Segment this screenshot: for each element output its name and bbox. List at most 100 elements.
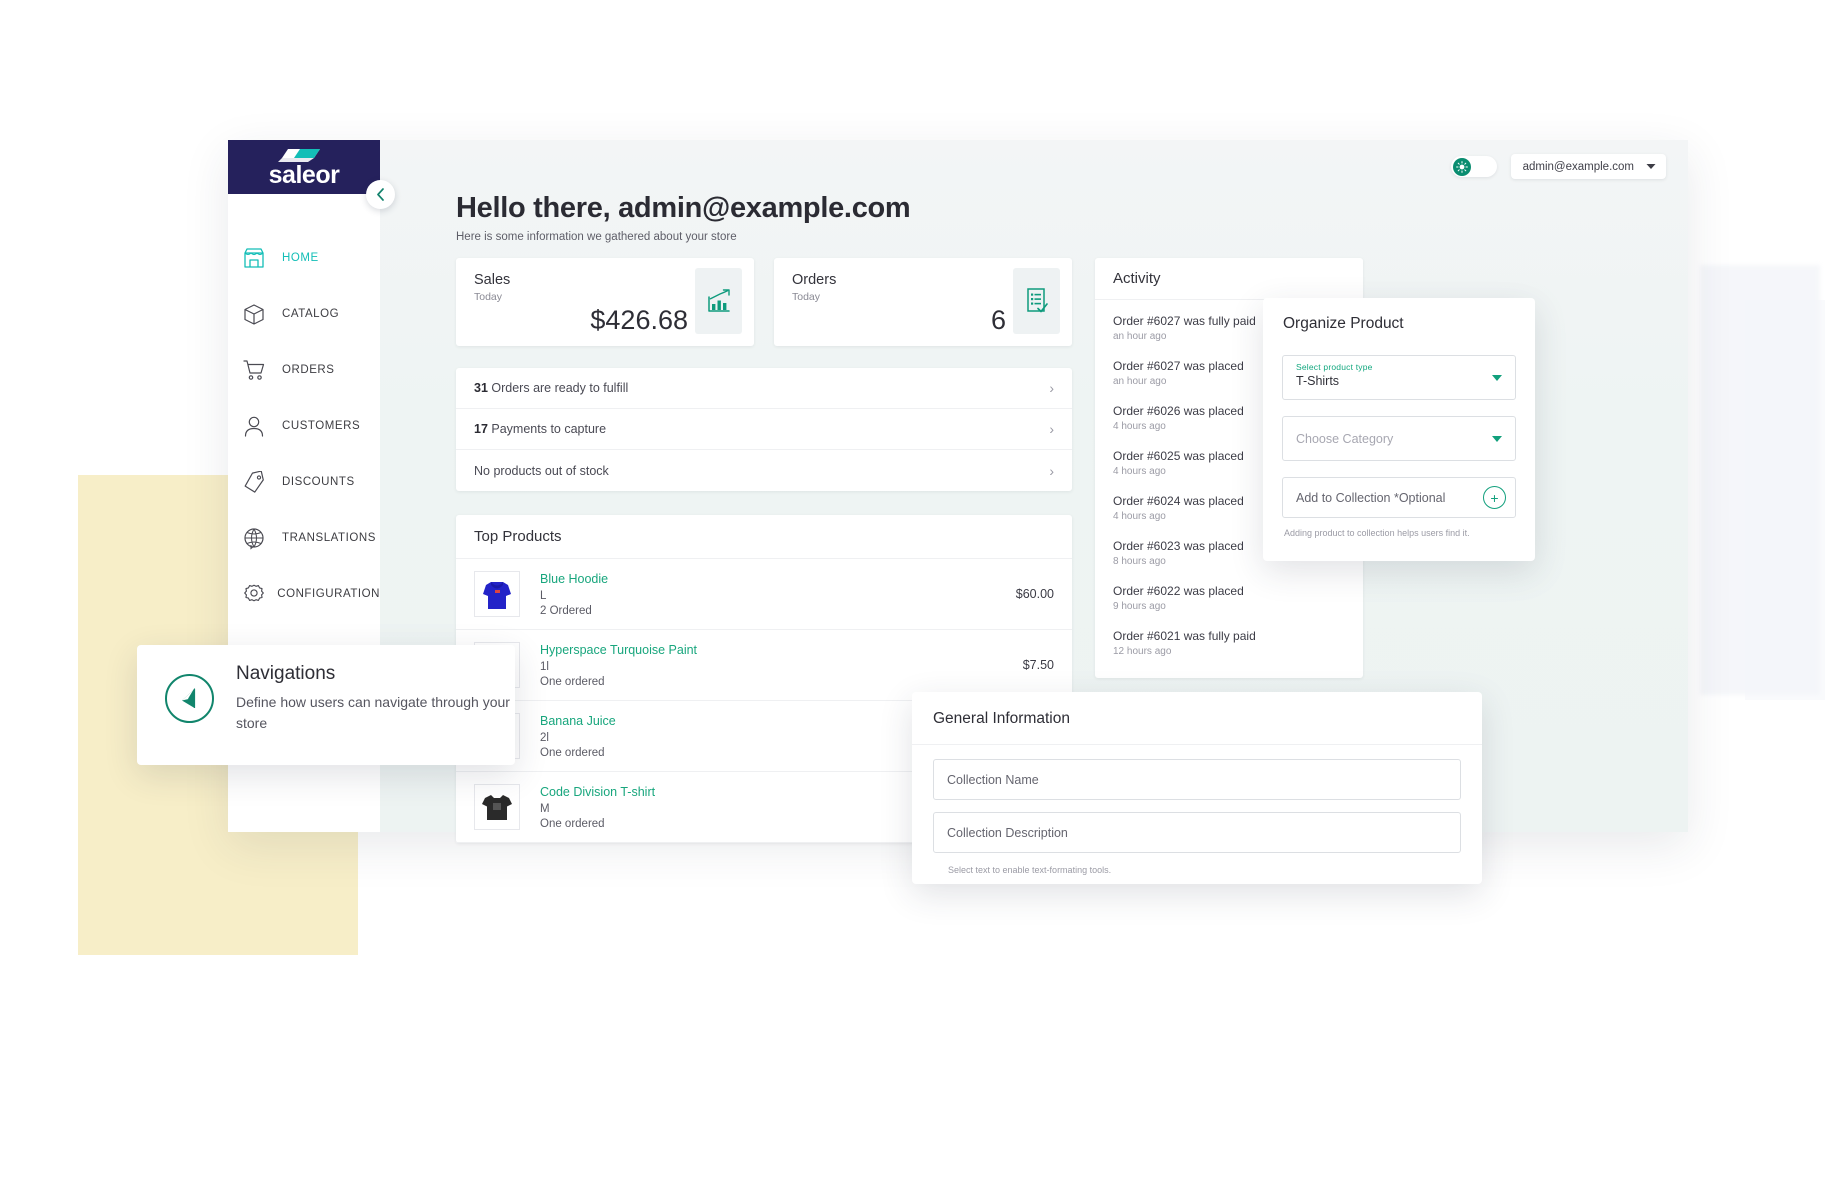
organize-product-body: Select product type T-Shirts Choose Cate… <box>1263 333 1535 538</box>
sidebar-item-orders[interactable]: ORDERS <box>228 342 380 398</box>
collection-description-input[interactable]: Collection Description <box>933 812 1461 853</box>
general-information-card: General Information Collection Name Coll… <box>912 692 1482 884</box>
theme-toggle-icon <box>1452 157 1471 176</box>
activity-text: Order #6022 was placed <box>1113 584 1244 598</box>
general-information-hint: Select text to enable text-formating too… <box>948 865 1112 875</box>
action-label: Orders are ready to fulfill <box>491 381 629 395</box>
sidebar-item-label: DISCOUNTS <box>282 476 355 488</box>
theme-toggle[interactable] <box>1450 156 1497 177</box>
greeting-block: Hello there, admin@example.com Here is s… <box>380 192 911 243</box>
page-subtitle: Here is some information we gathered abo… <box>456 231 737 243</box>
cart-icon <box>242 357 272 383</box>
action-text: 17 Payments to capture <box>474 422 606 436</box>
sales-card: Sales Today $426.68 <box>456 258 754 346</box>
chevron-right-icon: › <box>1049 421 1054 437</box>
action-text: No products out of stock <box>474 464 609 478</box>
gear-icon <box>242 581 267 607</box>
organize-product-hint: Adding product to collection helps users… <box>1284 528 1470 538</box>
sidebar-item-discounts[interactable]: DISCOUNTS <box>228 454 380 510</box>
chevron-down-icon <box>1646 164 1656 169</box>
chevron-left-icon <box>377 188 384 201</box>
orders-card: Orders Today 6 <box>774 258 1072 346</box>
user-icon <box>242 413 272 439</box>
chevron-down-icon <box>1492 374 1502 381</box>
sidebar-collapse-button[interactable] <box>366 180 395 209</box>
action-count: 17 <box>474 422 488 436</box>
product-name[interactable]: Blue Hoodie <box>540 572 1016 586</box>
action-row-payments[interactable]: 17 Payments to capture › <box>456 409 1072 450</box>
product-price: $7.50 <box>1022 658 1054 672</box>
product-type-value: T-Shirts <box>1296 374 1340 388</box>
stat-cards: Sales Today $426.68 Orders Today 6 <box>456 258 1072 346</box>
sidebar-item-customers[interactable]: CUSTOMERS <box>228 398 380 454</box>
tshirt-thumb <box>474 784 520 830</box>
list-item[interactable]: Blue Hoodie L 2 Ordered $60.00 <box>456 559 1072 630</box>
navigations-card[interactable]: Navigations Define how users can navigat… <box>137 645 515 765</box>
sidebar-item-translations[interactable]: TRANSLATIONS <box>228 510 380 566</box>
action-list: 31 Orders are ready to fulfill › 17 Paym… <box>456 368 1072 491</box>
action-text: 31 Orders are ready to fulfill <box>474 381 628 395</box>
action-row-stock[interactable]: No products out of stock › <box>456 450 1072 491</box>
sidebar-item-home[interactable]: HOME <box>228 230 380 286</box>
add-to-collection-label: Add to Collection *Optional <box>1296 490 1446 505</box>
decorative-ghost-card-b <box>1745 300 1825 700</box>
top-toolbar: admin@example.com <box>1450 154 1666 179</box>
sidebar-item-label: TRANSLATIONS <box>282 532 376 544</box>
activity-text: Order #6021 was fully paid <box>1113 629 1256 643</box>
sidebar-item-label: CONFIGURATION <box>277 588 380 600</box>
order-list-check-icon <box>1013 268 1060 334</box>
category-placeholder: Choose Category <box>1296 431 1394 446</box>
product-ordered-count: 2 Ordered <box>540 604 592 617</box>
product-ordered-count: One ordered <box>540 675 605 688</box>
organize-product-title: Organize Product <box>1283 315 1404 332</box>
top-products-heading: Top Products <box>456 515 1072 559</box>
blue-hoodie-thumb <box>474 571 520 617</box>
activity-time: 9 hours ago <box>1113 601 1166 612</box>
collection-name-input[interactable]: Collection Name <box>933 759 1461 800</box>
chevron-right-icon: › <box>1049 462 1054 479</box>
sidebar-nav-list: HOME CATALOG ORDERS CUSTOMERS DISCOUNTS … <box>228 194 380 622</box>
logo-bar[interactable]: saleor <box>228 140 380 194</box>
general-information-body: Collection Name Collection Description S… <box>912 745 1482 875</box>
globe-icon <box>242 525 272 551</box>
sales-value: $426.68 <box>590 305 688 335</box>
chevron-right-icon: › <box>1049 380 1054 396</box>
category-select[interactable]: Choose Category <box>1282 416 1516 461</box>
box-icon <box>242 301 272 327</box>
sidebar-item-configuration[interactable]: CONFIGURATION <box>228 566 380 622</box>
navigations-description: Define how users can navigate through yo… <box>236 694 510 731</box>
sidebar-item-label: HOME <box>282 252 319 264</box>
product-variant: L <box>540 589 547 602</box>
general-information-title: General Information <box>933 710 1070 727</box>
activity-heading: Activity <box>1095 258 1363 300</box>
account-menu[interactable]: admin@example.com <box>1510 154 1666 179</box>
sidebar-item-label: CATALOG <box>282 308 340 320</box>
organize-product-card: Organize Product Select product type T-S… <box>1263 298 1535 561</box>
logo-text: saleor <box>268 161 340 189</box>
action-count: 31 <box>474 381 488 395</box>
list-item[interactable]: Hyperspace Turquoise Paint 1l One ordere… <box>456 630 1072 701</box>
chevron-down-icon <box>1492 435 1502 442</box>
action-label: Payments to capture <box>491 422 607 436</box>
product-variant: 1l <box>540 660 549 673</box>
activity-time: 12 hours ago <box>1113 646 1172 657</box>
product-price: $60.00 <box>1015 587 1054 601</box>
action-label: No products out of stock <box>474 463 609 478</box>
navigations-title: Navigations <box>236 663 336 684</box>
product-type-select[interactable]: Select product type T-Shirts <box>1282 355 1516 400</box>
sidebar-item-label: ORDERS <box>282 364 335 376</box>
list-item: Order #6021 was fully paid 12 hours ago <box>1113 629 1345 657</box>
add-to-collection-field[interactable]: Add to Collection *Optional + <box>1282 477 1516 518</box>
navigation-arrow-icon <box>165 674 214 723</box>
action-row-fulfill[interactable]: 31 Orders are ready to fulfill › <box>456 368 1072 409</box>
product-type-label: Select product type <box>1296 362 1373 372</box>
bar-chart-up-icon <box>695 268 742 334</box>
product-name[interactable]: Hyperspace Turquoise Paint <box>540 643 1023 657</box>
account-email: admin@example.com <box>1522 160 1634 173</box>
sidebar-item-catalog[interactable]: CATALOG <box>228 286 380 342</box>
store-icon <box>242 245 272 271</box>
screenshot-root: saleor HOME CATALOG ORDERS CUSTOMERS DIS… <box>0 0 1833 1201</box>
orders-value: 6 <box>990 305 1006 335</box>
plus-circle-icon[interactable]: + <box>1483 486 1506 509</box>
sidebar-item-label: CUSTOMERS <box>282 420 361 432</box>
